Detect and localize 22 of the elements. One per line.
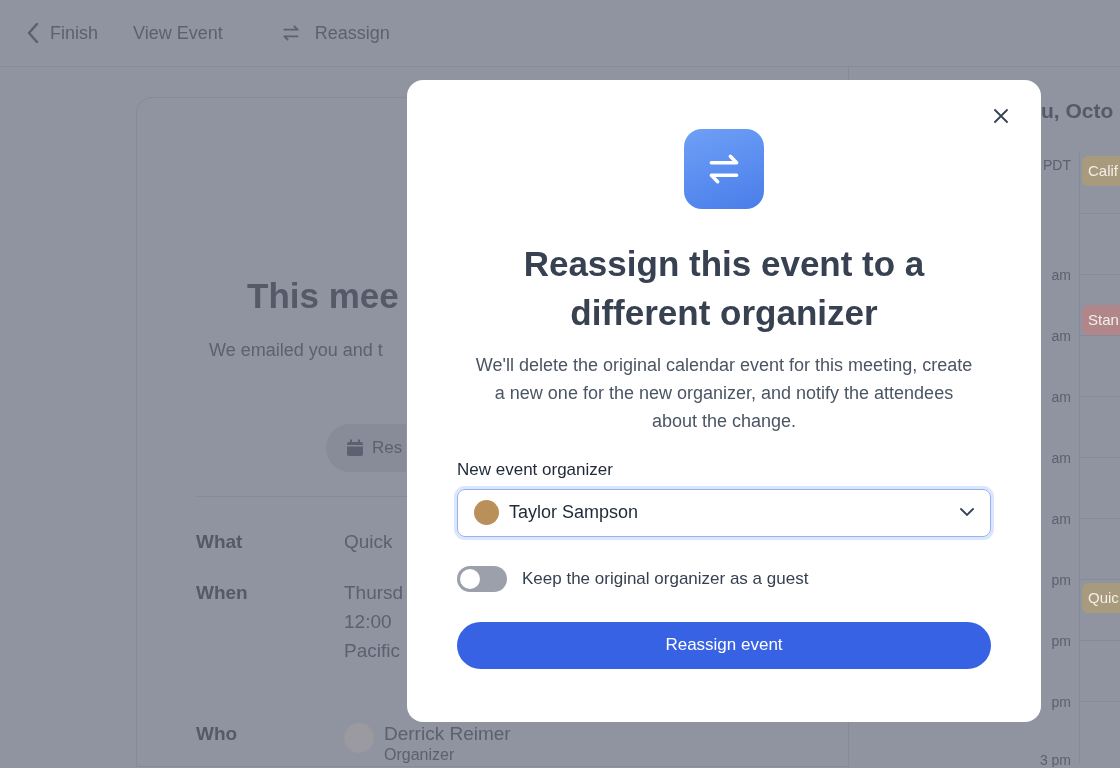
row-label: What — [196, 531, 243, 552]
chevron-down-icon — [960, 508, 974, 517]
reassign-button[interactable]: Reassign event — [457, 621, 991, 669]
chevron-left-icon — [26, 22, 40, 44]
dialog-title: Reassign this event to a different organizer — [522, 243, 926, 334]
heading: This mee — [247, 278, 399, 313]
toggle-label: Keep the original organizer as a guest — [522, 567, 809, 590]
dialog-description: We'll delete the original calendar event for this meeting, create a new one for the new organizer, and notify the attendees about the change. — [475, 354, 973, 433]
calendar-icon — [346, 439, 364, 457]
calendar-event[interactable]: Quic — [1082, 582, 1120, 613]
organizer-select[interactable]: Taylor Sampson — [457, 488, 991, 537]
row-label: When — [196, 582, 248, 603]
swap-icon — [280, 23, 301, 43]
toggle-switch[interactable] — [457, 565, 507, 592]
row-label: Who — [196, 723, 238, 744]
field-label: New event organizer — [457, 459, 614, 481]
date-heading: u, Octo — [1041, 98, 1114, 124]
calendar-event[interactable]: Stan — [1082, 304, 1120, 335]
calendar-event[interactable]: Calif — [1082, 155, 1120, 186]
swap-icon — [684, 129, 764, 209]
avatar — [474, 500, 499, 525]
close-icon — [994, 109, 1008, 123]
